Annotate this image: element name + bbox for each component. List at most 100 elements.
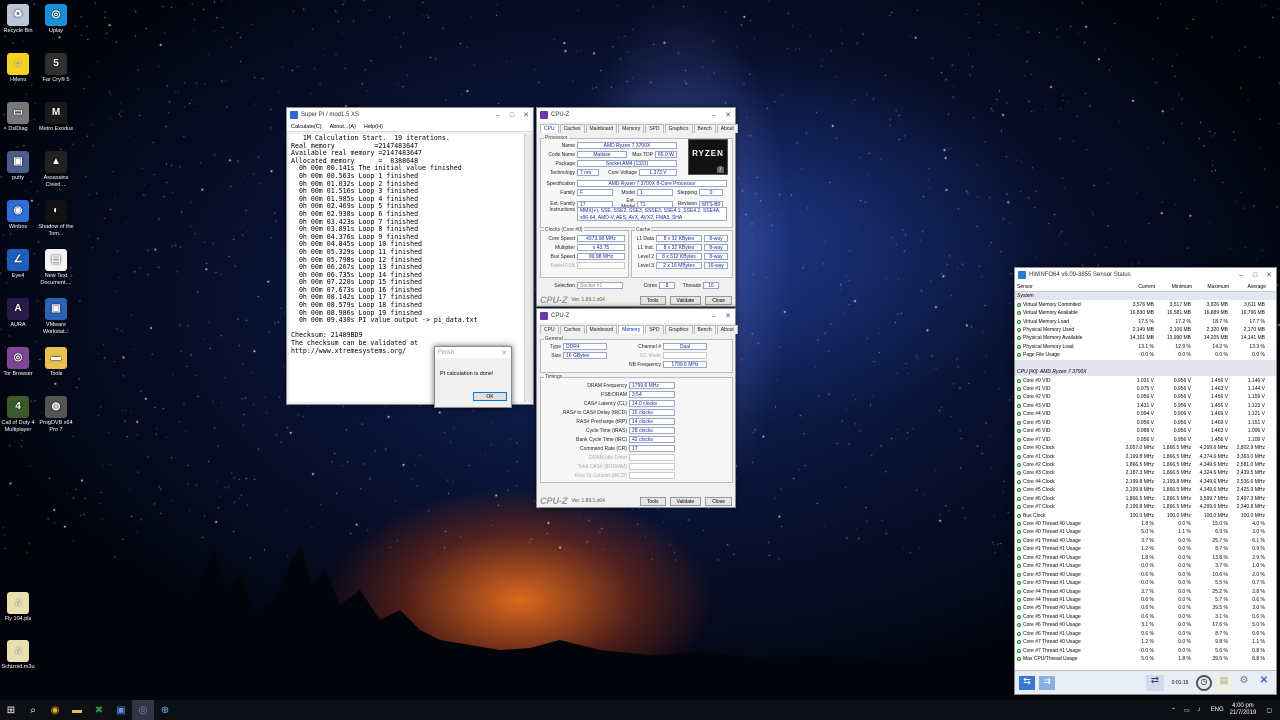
tray-chevron-icon[interactable]: ⌃ (1171, 707, 1176, 714)
tab-mainboard[interactable]: Mainboard (585, 124, 618, 133)
tab-cpu[interactable]: CPU (540, 124, 559, 133)
sensor-row[interactable]: Core #7 Thread #1 Usage 0.0 % 0.0 % 5.6 % 0.… (1015, 646, 1276, 654)
validate-button[interactable]: Validate (669, 496, 702, 506)
ok-button[interactable]: OK (473, 392, 507, 401)
sensor-row[interactable]: Core #3 Thread #1 Usage 0.0 % 0.0 % 5.5 % 0.… (1015, 579, 1276, 587)
network-tray-icon[interactable]: ▭ (1184, 707, 1190, 714)
desktop-icon[interactable]: ▬ Tools (38, 347, 74, 378)
network-icon[interactable]: ⇄ (1146, 674, 1164, 691)
header-maximum[interactable]: Maximum (1192, 284, 1229, 290)
tab-about[interactable]: About (716, 325, 738, 334)
sensor-group-header[interactable]: System (1015, 292, 1276, 301)
hwinfo-task-icon[interactable]: ⊕ (154, 700, 176, 720)
header-minimum[interactable]: Minimum (1155, 284, 1192, 290)
sensor-row[interactable]: Core #2 VID 0.956 V 0.956 V 1.456 V 1.159 V (1015, 393, 1276, 401)
sensor-row[interactable]: Page File Usage 0.0 % 0.0 % 0.0 % 0.0 % (1015, 351, 1276, 359)
desktop-icon[interactable]: ☺ i-Menu (0, 53, 36, 84)
tab-memory[interactable]: Memory (618, 124, 645, 133)
menu-about[interactable]: About...(A) (330, 124, 356, 130)
cpuz-titlebar[interactable]: CPU-Z – ✕ (537, 108, 735, 122)
sensor-row[interactable]: Core #1 Thread #0 Usage 3.7 % 0.0 % 25.7 % 6… (1015, 537, 1276, 545)
sensor-row[interactable]: Core #6 Thread #1 Usage 0.6 % 0.0 % 8.7 % 0.… (1015, 630, 1276, 638)
sensor-row[interactable]: Core #0 Clock 2,057.0 MHz 1,866.5 MHz 4,299… (1015, 444, 1276, 452)
sensor-row[interactable]: Core #5 VID 0.956 V 0.956 V 1.469 V 1.151 V (1015, 419, 1276, 427)
cpuz-titlebar[interactable]: CPU-Z – ✕ (537, 309, 735, 323)
finish-titlebar[interactable]: Finish ✕ (435, 347, 511, 358)
sensor-row[interactable]: Core #7 Thread #0 Usage 1.2 % 0.0 % 9.8 % 1.… (1015, 638, 1276, 646)
tab-bench[interactable]: Bench (693, 124, 716, 133)
minimize-icon[interactable]: – (491, 112, 505, 119)
desktop-icon[interactable]: ◎ Uplay (38, 4, 74, 35)
sensor-row[interactable]: Virtual Memory Available 16,830 MB 16,581 … (1015, 309, 1276, 317)
tab-graphics[interactable]: Graphics (664, 325, 693, 334)
desktop-icon[interactable]: ♫ Schizoid.m3u (0, 640, 36, 671)
sensor-row[interactable]: Core #0 VID 1.031 V 0.956 V 1.456 V 1.146 V (1015, 376, 1276, 384)
sensor-row[interactable]: Core #1 Clock 2,199.8 MHz 1,866.5 MHz 4,374… (1015, 452, 1276, 460)
desktop-icon[interactable]: ▤ New Text Document.... (38, 249, 74, 286)
desktop-icon[interactable]: ♫ Fly 104.pls (0, 592, 36, 623)
tab-spd[interactable]: SPD (645, 325, 664, 334)
sensor-row[interactable]: Physical Memory Load 13.1 % 12.9 % 14.2 % 13… (1015, 343, 1276, 351)
sensor-row[interactable]: Core #4 Clock 2,199.8 MHz 2,199.8 MHz 4,349… (1015, 478, 1276, 486)
desktop-icon[interactable]: ♻ Recycle Bin (0, 4, 36, 35)
tab-graphics[interactable]: Graphics (664, 124, 693, 133)
sensor-row[interactable]: Core #0 Thread #0 Usage 1.8 % 0.0 % 15.0 % 4… (1015, 520, 1276, 528)
desktop-icon[interactable]: ◍ ProgDVB x64 Pro 7 (38, 396, 74, 433)
clock-icon[interactable]: ◷ (1196, 674, 1212, 691)
sensor-group-header[interactable] (1015, 359, 1276, 368)
sensor-row[interactable]: Core #5 Clock 2,199.8 MHz 1,866.5 MHz 4,349… (1015, 486, 1276, 494)
sensor-row[interactable]: Core #7 Clock 2,199.8 MHz 1,866.5 MHz 4,299… (1015, 503, 1276, 511)
desktop-icon[interactable]: 4 Call of Duty 4 Multiplayer (0, 396, 36, 433)
desktop-icon[interactable]: ◐ Shadow of the Tom... (38, 200, 74, 237)
sensor-row[interactable]: Core #6 VID 0.988 V 0.956 V 1.463 V 1.096 V (1015, 427, 1276, 435)
tab-cpu[interactable]: CPU (540, 325, 559, 334)
sensor-row[interactable]: Core #2 Clock 1,866.5 MHz 1,866.5 MHz 4,349… (1015, 461, 1276, 469)
menu-calculate[interactable]: Calculate(C) (291, 124, 322, 130)
sensor-row[interactable]: Core #5 Thread #1 Usage 0.6 % 0.0 % 3.1 % 0.… (1015, 613, 1276, 621)
tab-about[interactable]: About (716, 124, 738, 133)
desktop-icon[interactable]: ▣ VMware Workstat... (38, 298, 74, 335)
minimize-icon[interactable]: – (1234, 272, 1248, 279)
tab-memory[interactable]: Memory (618, 325, 645, 334)
close-icon[interactable]: ✕ (721, 312, 735, 320)
close-icon[interactable]: ✕ (1262, 271, 1276, 279)
sensor-row[interactable]: Core #4 Thread #1 Usage 0.6 % 0.0 % 5.7 % 0.… (1015, 596, 1276, 604)
minimize-icon[interactable]: – (707, 313, 721, 320)
close-button[interactable]: Close (705, 496, 732, 506)
arrow-right-icon[interactable]: ⇉ (1039, 675, 1055, 690)
tab-mainboard[interactable]: Mainboard (585, 325, 618, 334)
desktop-icon[interactable]: ∠ Eye4 (0, 249, 36, 280)
tab-bench[interactable]: Bench (693, 325, 716, 334)
sensor-row[interactable]: Physical Memory Used 2,149 MB 2,106 MB 2,32… (1015, 326, 1276, 334)
desktop-icon[interactable]: ◉ Winbox (0, 200, 36, 231)
sensor-row[interactable]: Core #2 Thread #0 Usage 1.8 % 0.0 % 13.8 % 2… (1015, 554, 1276, 562)
desktop-icon[interactable]: ◎ Tor Browser (0, 347, 36, 378)
sensor-row[interactable]: Core #6 Thread #0 Usage 3.1 % 0.0 % 17.6 % 5… (1015, 621, 1276, 629)
header-sensor[interactable]: Sensor (1015, 284, 1118, 290)
header-average[interactable]: Average (1229, 284, 1266, 290)
superpi-task-icon[interactable]: ▣ (110, 700, 132, 720)
desktop-icon[interactable]: ▭ DslDiag (0, 102, 36, 133)
close-button[interactable]: Close (705, 295, 732, 305)
sensor-row[interactable]: Core #4 VID 0.994 V 0.906 V 1.469 V 1.121 V (1015, 410, 1276, 418)
desktop-icon[interactable]: ▲ Assassins Creed ... (38, 151, 74, 188)
desktop-icon[interactable]: ▣ putty (0, 151, 36, 182)
settings-icon[interactable]: ⚙ (1236, 675, 1252, 691)
tools-button[interactable]: Tools (639, 295, 666, 305)
menu-help[interactable]: Help(H) (364, 124, 383, 130)
sensor-row[interactable]: Core #3 VID 1.431 V 0.956 V 1.456 V 1.123 V (1015, 402, 1276, 410)
sensor-row[interactable]: Core #0 Thread #1 Usage 5.0 % 1.1 % 6.9 % 3.… (1015, 528, 1276, 536)
sensor-row[interactable]: Max CPU/Thread Usage 5.0 % 1.8 % 39.5 % 8.8 … (1015, 655, 1276, 663)
tools-button[interactable]: Tools (639, 496, 666, 506)
sensor-row[interactable]: Core #6 Clock 1,866.5 MHz 1,866.5 MHz 3,599… (1015, 495, 1276, 503)
tab-caches[interactable]: Caches (559, 325, 585, 334)
desktop-icon[interactable]: M Metro Exodus (38, 102, 74, 133)
desktop-icon[interactable]: 5 Far Cry® 5 (38, 53, 74, 84)
sensor-row[interactable]: Core #7 VID 0.956 V 0.956 V 1.456 V 1.109 V (1015, 435, 1276, 443)
desktop-icon[interactable]: A AURA (0, 298, 36, 329)
report-icon[interactable]: ▤ (1216, 674, 1232, 691)
sensor-row[interactable]: Bus Clock 100.0 MHz 100.0 MHz 100.0 MHz 100.… (1015, 511, 1276, 519)
minimize-icon[interactable]: – (707, 112, 721, 119)
close-icon[interactable]: ✕ (721, 111, 735, 119)
sensor-row[interactable]: Virtual Memory Commited 3,576 MB 3,517 MB 3… (1015, 300, 1276, 308)
